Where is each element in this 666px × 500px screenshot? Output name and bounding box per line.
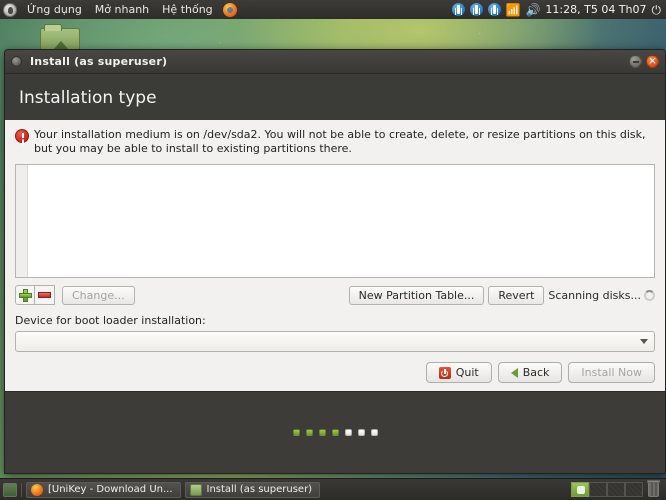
error-icon [15, 129, 29, 143]
wifi-icon[interactable]: 📶 [506, 4, 521, 16]
power-quit-icon [438, 366, 451, 379]
remove-partition-button[interactable] [35, 285, 55, 305]
installer-content: Your installation medium is on /dev/sda2… [5, 120, 665, 391]
chevron-down-icon [640, 339, 648, 344]
power-icon[interactable]: ⏻ [652, 4, 662, 16]
gnome-foot-icon[interactable] [3, 2, 17, 17]
progress-dot [370, 429, 378, 436]
taskbar: [UniKey - Download Un... Install (as sup… [0, 478, 666, 500]
installer-icon [189, 483, 202, 496]
top-panel: Ứng dụng Mở nhanh Hệ thống 📶 🔊 11:28, T5… [0, 0, 666, 19]
taskbar-window-installer[interactable]: Install (as superuser) [184, 481, 321, 498]
progress-dots [292, 429, 378, 436]
page-header: Installation type [5, 74, 665, 120]
progress-dot [292, 429, 300, 436]
change-button[interactable]: Change... [62, 285, 135, 305]
window-titlebar[interactable]: Install (as superuser) [5, 50, 665, 74]
add-partition-button[interactable] [15, 285, 35, 305]
partition-list[interactable] [15, 164, 655, 278]
page-title: Installation type [19, 88, 157, 108]
progress-dot [305, 429, 313, 436]
installer-window: Install (as superuser) Installation type… [4, 49, 666, 474]
show-desktop-icon[interactable] [3, 482, 17, 497]
workspace-switcher[interactable] [571, 482, 643, 497]
workspace-button[interactable] [607, 482, 625, 497]
quit-button[interactable]: Quit [425, 362, 492, 383]
spinner-icon [644, 289, 655, 301]
back-button-label: Back [522, 366, 550, 379]
installer-footer [5, 391, 665, 473]
workspace-button[interactable] [571, 482, 589, 497]
chevron-left-icon [510, 367, 518, 378]
new-partition-table-button[interactable]: New Partition Table... [348, 285, 485, 305]
quit-button-label: Quit [455, 366, 479, 379]
firefox-icon [31, 483, 43, 496]
menu-places[interactable]: Mở nhanh [92, 2, 152, 17]
workspace-button[interactable] [589, 482, 607, 497]
accessibility-icon[interactable] [487, 3, 501, 16]
progress-dot [331, 429, 339, 436]
workspace-button[interactable] [625, 482, 643, 497]
minimize-icon[interactable] [629, 55, 642, 68]
progress-dot [344, 429, 352, 436]
partition-toolbar: Change... New Partition Table... Revert … [15, 285, 655, 305]
revert-button[interactable]: Revert [488, 285, 545, 305]
back-button[interactable]: Back [497, 362, 563, 383]
progress-dot [318, 429, 326, 436]
warning-text: Your installation medium is on /dev/sda2… [34, 128, 646, 155]
window-title: Install (as superuser) [30, 55, 168, 68]
progress-dot [357, 429, 365, 436]
boot-loader-label: Device for boot loader installation: [15, 314, 206, 327]
partition-list-gutter [16, 165, 28, 277]
action-buttons: Quit Back Install Now [15, 362, 655, 383]
clock[interactable]: 11:28, T5 04 Th07 [545, 3, 646, 16]
install-now-button-label: Install Now [581, 366, 642, 379]
boot-loader-select[interactable] [15, 331, 655, 352]
taskbar-window-label: [UniKey - Download Un... [48, 484, 173, 495]
taskbar-window-label: Install (as superuser) [206, 484, 313, 495]
volume-icon[interactable]: 🔊 [525, 4, 540, 16]
taskbar-separator [21, 482, 22, 497]
menu-applications[interactable]: Ứng dụng [24, 2, 85, 17]
scanning-status-text: Scanning disks... [548, 288, 641, 302]
taskbar-window-firefox[interactable]: [UniKey - Download Un... [26, 481, 181, 498]
close-icon[interactable] [646, 54, 659, 68]
accessibility-icon[interactable] [451, 3, 465, 16]
warning-banner: Your installation medium is on /dev/sda2… [15, 128, 655, 156]
scanning-status: Scanning disks... [548, 289, 655, 302]
accessibility-icon[interactable] [469, 3, 483, 16]
menu-system[interactable]: Hệ thống [159, 2, 216, 17]
window-menu-icon[interactable] [11, 56, 22, 67]
minus-icon [38, 292, 51, 298]
firefox-icon[interactable] [222, 2, 237, 17]
plus-icon [18, 288, 32, 302]
install-now-button[interactable]: Install Now [568, 362, 655, 383]
trash-icon[interactable] [647, 479, 660, 497]
